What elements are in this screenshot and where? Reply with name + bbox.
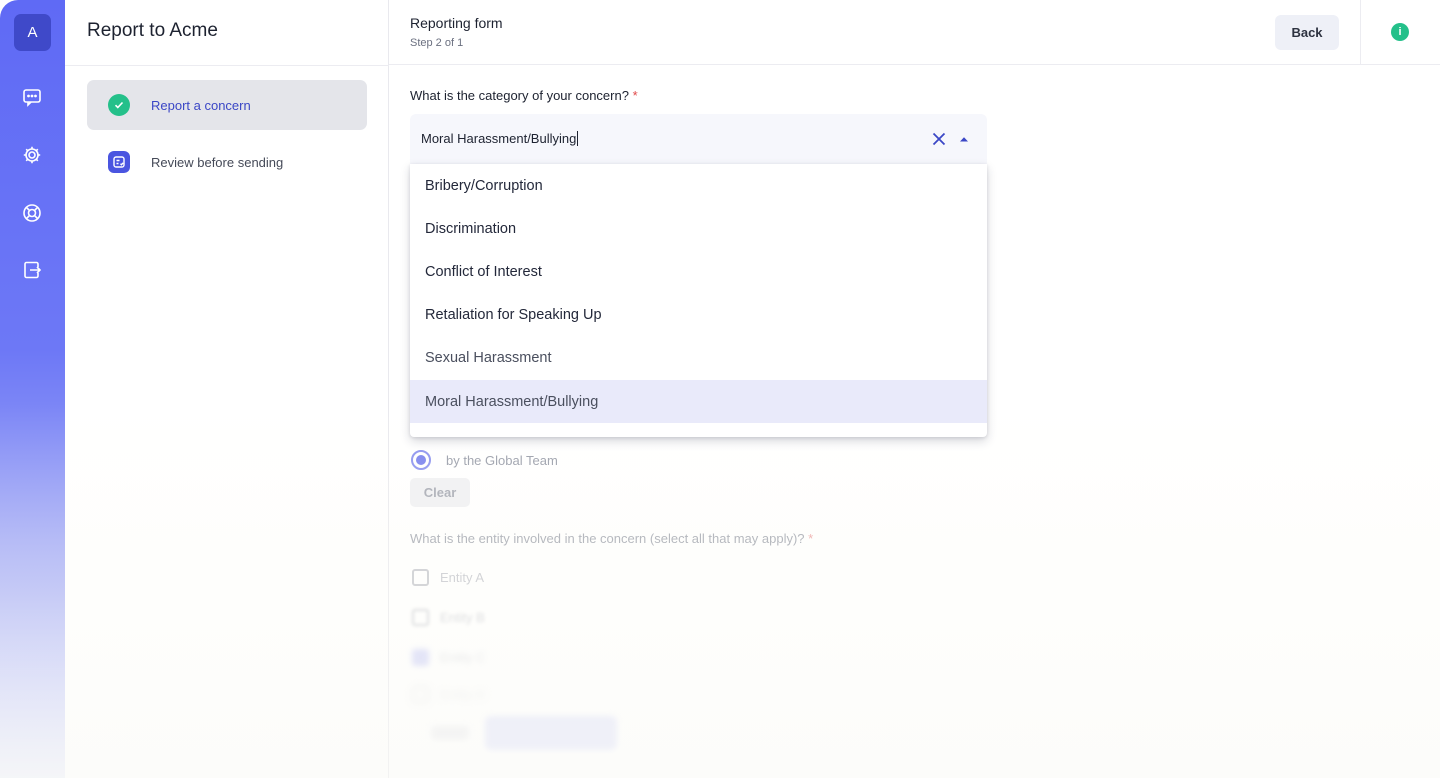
checkbox[interactable] bbox=[412, 649, 429, 666]
step-label: Report a concern bbox=[151, 97, 251, 113]
form-title: Reporting form bbox=[410, 15, 503, 31]
divider bbox=[65, 65, 389, 66]
chat-icon[interactable] bbox=[21, 86, 43, 108]
step-review-before-sending[interactable]: Review before sending bbox=[87, 137, 367, 187]
step-report-concern[interactable]: Report a concern bbox=[87, 80, 367, 130]
checkbox[interactable] bbox=[412, 686, 429, 703]
checklist-icon bbox=[108, 151, 130, 173]
check-circle-icon bbox=[108, 94, 130, 116]
clear-button[interactable]: Clear bbox=[410, 478, 470, 507]
checkbox-label: Entity A bbox=[440, 570, 485, 585]
gear-icon[interactable] bbox=[21, 144, 43, 166]
faded-footer-link bbox=[431, 726, 469, 740]
help-lifebuoy-icon[interactable] bbox=[21, 202, 43, 224]
category-listbox: Bribery/Corruption Discrimination Confli… bbox=[410, 164, 987, 437]
entity-checkbox-row[interactable]: Entity A bbox=[412, 569, 484, 586]
option-discrimination[interactable]: Discrimination bbox=[410, 207, 987, 250]
option-sexual-harassment[interactable]: Sexual Harassment bbox=[410, 336, 987, 379]
faded-submit-button bbox=[485, 716, 617, 750]
entity-question: What is the entity involved in the conce… bbox=[410, 531, 813, 546]
avatar[interactable]: A bbox=[14, 14, 51, 51]
info-icon[interactable]: i bbox=[1391, 23, 1409, 41]
checkbox[interactable] bbox=[412, 569, 429, 586]
entity-question-text: What is the entity involved in the conce… bbox=[410, 531, 805, 546]
checkbox-label: Entity B bbox=[440, 610, 485, 625]
header-divider bbox=[1360, 0, 1361, 65]
option-retaliation[interactable]: Retaliation for Speaking Up bbox=[410, 293, 987, 336]
step-label: Review before sending bbox=[151, 154, 284, 170]
radio-button[interactable] bbox=[411, 450, 431, 470]
steps-panel: Report to Acme Report a concern Review b… bbox=[65, 0, 389, 778]
required-mark: * bbox=[808, 531, 814, 546]
checkbox-label: Entity C bbox=[440, 650, 486, 665]
checkbox[interactable] bbox=[412, 609, 429, 626]
form-header: Reporting form Step 2 of 1 Back i bbox=[389, 0, 1440, 65]
entity-checkbox-row[interactable]: Entity C bbox=[412, 649, 486, 666]
back-button[interactable]: Back bbox=[1275, 15, 1339, 50]
radio-label: by the Global Team bbox=[446, 452, 558, 468]
option-moral-harassment-bullying[interactable]: Moral Harassment/Bullying bbox=[410, 380, 987, 423]
radio-option-global-team[interactable]: by the Global Team bbox=[411, 450, 558, 470]
entity-checkbox-row[interactable]: Entity D bbox=[412, 686, 486, 703]
checkbox-label: Entity D bbox=[440, 687, 486, 702]
logout-icon[interactable] bbox=[21, 259, 43, 281]
icon-rail: A bbox=[0, 0, 65, 778]
panel-title: Report to Acme bbox=[87, 20, 218, 41]
option-conflict-of-interest[interactable]: Conflict of Interest bbox=[410, 250, 987, 293]
entity-checkbox-row[interactable]: Entity B bbox=[412, 609, 485, 626]
step-indicator: Step 2 of 1 bbox=[410, 37, 464, 49]
option-bribery-corruption[interactable]: Bribery/Corruption bbox=[410, 164, 987, 207]
